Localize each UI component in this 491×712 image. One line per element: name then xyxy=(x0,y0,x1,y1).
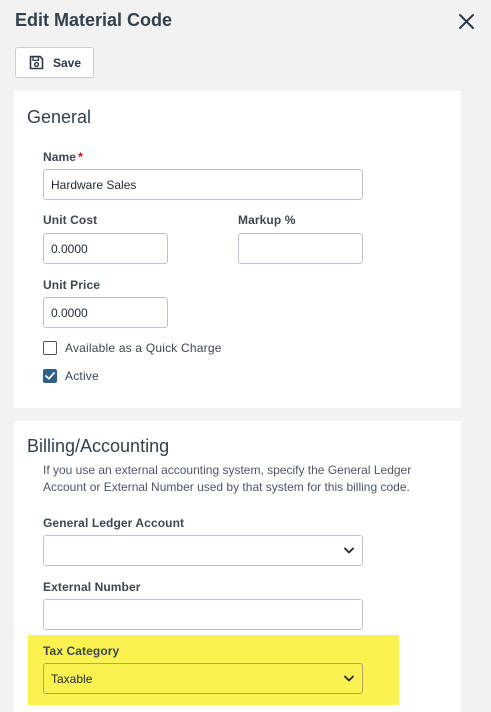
billing-section: Billing/Accounting If you use an externa… xyxy=(14,421,461,712)
unit-cost-input[interactable]: 0.0000 xyxy=(43,233,168,264)
tax-category-select[interactable]: Taxable xyxy=(43,663,363,694)
name-label-text: Name xyxy=(43,150,77,164)
save-button-label: Save xyxy=(53,55,82,70)
close-icon[interactable] xyxy=(458,13,475,30)
active-row: Active xyxy=(43,369,99,383)
billing-help-text: If you use an external accounting system… xyxy=(43,463,412,494)
gl-account-label: General Ledger Account xyxy=(43,516,185,530)
external-number-label: External Number xyxy=(43,580,141,594)
markup-label: Markup % xyxy=(238,213,296,227)
general-section: General Name * Hardware Sales Unit Cost 0… xyxy=(14,91,461,408)
markup-input[interactable] xyxy=(238,233,363,264)
save-button[interactable]: Save xyxy=(15,47,94,78)
active-label: Active xyxy=(65,369,99,383)
tax-category-value: Taxable xyxy=(51,671,93,686)
general-section-title: General xyxy=(27,107,92,127)
gl-account-select[interactable] xyxy=(43,535,363,566)
unit-cost-label: Unit Cost xyxy=(43,213,98,227)
chevron-down-icon xyxy=(344,547,354,554)
quick-charge-row: Available as a Quick Charge xyxy=(43,341,222,355)
billing-section-title: Billing/Accounting xyxy=(27,436,170,456)
required-marker: * xyxy=(78,150,83,164)
page-title: Edit Material Code xyxy=(15,10,173,30)
quick-charge-label: Available as a Quick Charge xyxy=(65,341,222,355)
unit-price-label: Unit Price xyxy=(43,278,101,292)
external-number-input[interactable] xyxy=(43,599,363,630)
active-checkbox[interactable] xyxy=(43,369,57,383)
quick-charge-checkbox[interactable] xyxy=(43,341,57,355)
tax-category-label: Tax Category xyxy=(43,644,120,658)
floppy-disk-icon xyxy=(29,55,44,70)
name-label: Name * xyxy=(43,150,83,164)
name-input[interactable]: Hardware Sales xyxy=(43,169,363,200)
unit-price-input[interactable]: 0.0000 xyxy=(43,297,168,328)
checkmark-icon xyxy=(45,372,55,380)
chevron-down-icon xyxy=(344,675,354,682)
